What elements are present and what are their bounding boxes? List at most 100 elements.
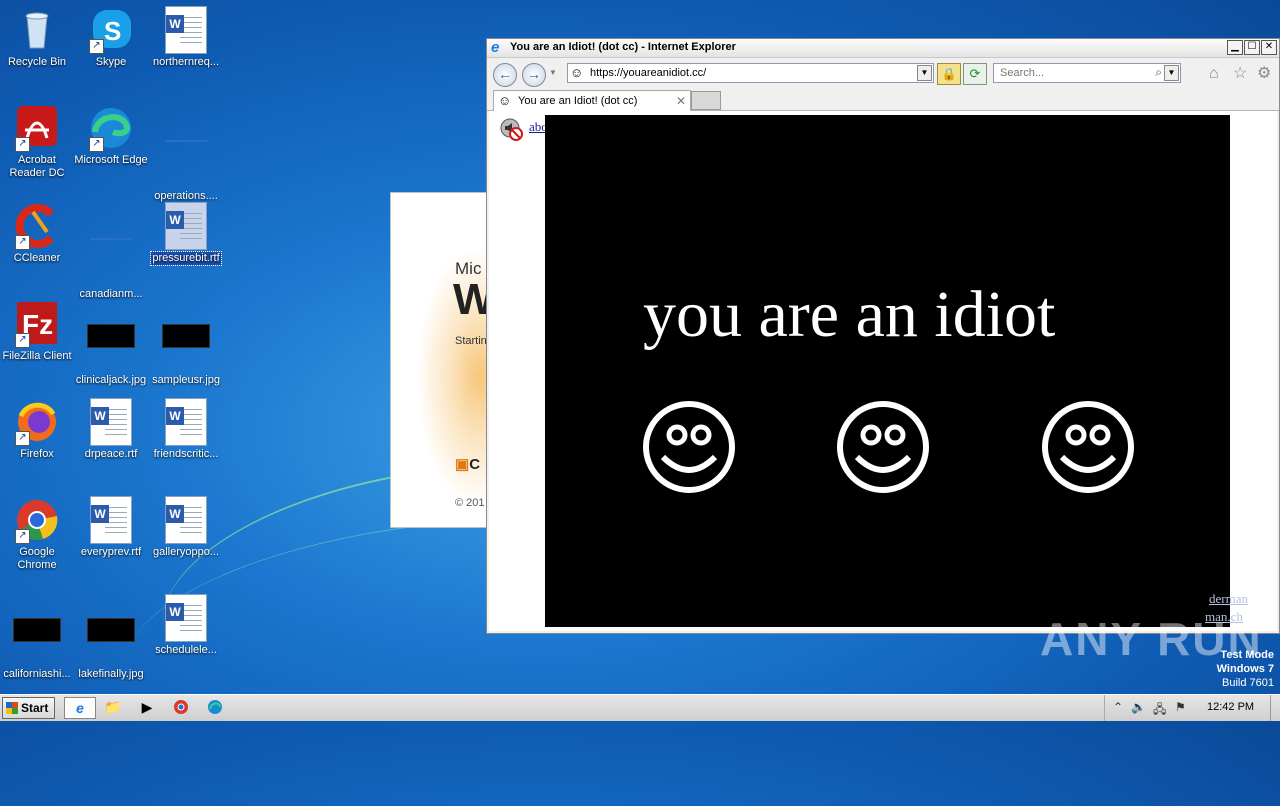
desktop-icon-chrome[interactable]: ↗ Google Chrome <box>0 496 74 572</box>
address-dropdown-icon[interactable]: ▼ <box>917 65 932 81</box>
start-button[interactable]: Start <box>2 697 55 719</box>
shortcut-arrow-icon: ↗ <box>15 235 30 250</box>
taskbar: Start e 📁 ▶ ⌃ 🔈 🖧 ⚑ 12:42 PM <box>0 694 1280 721</box>
desktop-icon-operations[interactable]: operations.... <box>149 104 223 203</box>
search-box[interactable]: ⌕ ▼ <box>993 63 1181 83</box>
ie-window[interactable]: e You are an Idiot! (dot cc) - Internet … <box>486 38 1280 634</box>
taskbar-edge-icon[interactable] <box>200 697 230 717</box>
desktop-icon-label: Firefox <box>20 448 54 460</box>
ie-title-bar[interactable]: e You are an Idiot! (dot cc) - Internet … <box>487 39 1279 58</box>
desktop-icon-edge[interactable]: ↗ Microsoft Edge <box>74 104 148 167</box>
page-content: about privacy safe you are an idiot derm… <box>489 111 1277 631</box>
word-doc-icon: W <box>162 594 210 642</box>
desktop-icon-label: Skype <box>95 56 127 68</box>
desktop-icon-schedulele[interactable]: W schedulele... <box>149 594 223 657</box>
image-icon <box>87 618 135 666</box>
test-mode-notice: Test Mode Windows 7 Build 7601 <box>1217 648 1274 690</box>
favorites-star-icon[interactable]: ☆ <box>1233 65 1247 83</box>
desktop-icon-lakefinally[interactable]: lakefinally.jpg <box>74 594 148 681</box>
window-title: You are an Idiot! (dot cc) - Internet Ex… <box>510 41 736 53</box>
taskbar-explorer-icon[interactable]: 📁 <box>98 697 128 717</box>
ie-logo-icon: e <box>491 39 500 56</box>
show-hidden-icons-icon[interactable]: ⌃ <box>1113 700 1123 714</box>
os-name-text: Windows 7 <box>1216 663 1274 675</box>
minimize-button[interactable]: ▁ <box>1227 40 1243 55</box>
volume-icon[interactable]: 🔈 <box>1131 700 1146 714</box>
lock-icon[interactable]: 🔒 <box>937 63 961 85</box>
desktop-icon-label: lakefinally.jpg <box>78 668 144 680</box>
word-doc-icon: W <box>162 6 210 54</box>
search-dropdown-icon[interactable]: ▼ <box>1164 65 1179 81</box>
word-doc-icon: W <box>162 202 210 250</box>
search-icon[interactable]: ⌕ <box>1155 65 1162 80</box>
refresh-button[interactable]: ⟳ <box>963 63 987 85</box>
desktop-icon-label: galleryoppo... <box>152 546 220 558</box>
taskbar-media-player-icon[interactable]: ▶ <box>132 697 162 717</box>
desktop-icon-clinicaljack[interactable]: clinicaljack.jpg <box>74 300 148 387</box>
image-icon <box>87 324 135 372</box>
desktop-icon-firefox[interactable]: ↗ Firefox <box>0 398 74 461</box>
file-icon <box>87 238 135 286</box>
forward-button[interactable]: → <box>522 63 546 87</box>
desktop-icon-recycle-bin[interactable]: Recycle Bin <box>0 6 74 69</box>
windows-logo-icon <box>6 702 18 714</box>
svg-text:S: S <box>104 16 121 46</box>
desktop-icon-californiashi[interactable]: californiashi... <box>0 594 74 681</box>
home-icon[interactable]: ⌂ <box>1209 65 1219 83</box>
start-label: Start <box>21 701 49 715</box>
tab-active[interactable]: ☺ You are an Idiot! (dot cc) ✕ <box>493 90 691 111</box>
maximize-button[interactable]: ☐ <box>1244 40 1260 55</box>
shortcut-arrow-icon: ↗ <box>15 137 30 152</box>
action-center-flag-icon[interactable]: ⚑ <box>1175 700 1186 714</box>
shortcut-arrow-icon: ↗ <box>89 137 104 152</box>
address-url[interactable]: https://youareanidiot.cc/ <box>590 67 706 79</box>
word-doc-icon: W <box>162 496 210 544</box>
clock[interactable]: 12:42 PM <box>1207 701 1254 713</box>
ccleaner-icon: ↗ <box>13 202 61 250</box>
desktop-icon-skype[interactable]: S ↗ Skype <box>74 6 148 69</box>
desktop-icon-label: Acrobat Reader DC <box>9 154 65 179</box>
desktop-icon-acrobat[interactable]: ↗ Acrobat Reader DC <box>0 104 74 180</box>
tab-close-icon[interactable]: ✕ <box>676 94 686 108</box>
address-bar[interactable]: ☺ https://youareanidiot.cc/ ▼ <box>567 63 934 83</box>
build-text: Build 7601 <box>1222 677 1274 689</box>
system-tray: ⌃ 🔈 🖧 ⚑ 12:42 PM <box>1104 695 1280 721</box>
file-icon <box>162 140 210 188</box>
desktop-icon-everyprev[interactable]: W everyprev.rtf <box>74 496 148 559</box>
word-doc-icon: W <box>162 398 210 446</box>
desktop-icon-filezilla[interactable]: Fz ↗ FileZilla Client <box>0 300 74 363</box>
desktop-icon-northernreq[interactable]: W northernreq... <box>149 6 223 69</box>
desktop-icon-friendscritic[interactable]: W friendscritic... <box>149 398 223 461</box>
close-button[interactable]: ✕ <box>1261 40 1277 55</box>
desktop-icon-sampleusr[interactable]: sampleusr.jpg <box>149 300 223 387</box>
idiot-banner[interactable]: you are an idiot <box>545 115 1230 627</box>
back-button[interactable]: ← <box>493 63 517 87</box>
taskbar-ie-icon[interactable]: e <box>64 697 96 719</box>
desktop-icon-galleryoppo[interactable]: W galleryoppo... <box>149 496 223 559</box>
desktop-icon-label: pressurebit.rtf <box>150 251 222 266</box>
smiley-favicon-icon: ☺ <box>570 65 584 80</box>
footer-link[interactable]: derman <box>1209 591 1248 607</box>
gear-icon[interactable]: ⚙ <box>1257 65 1271 83</box>
desktop-icon-label: schedulele... <box>155 644 217 656</box>
splash-status-text: Startin <box>455 335 487 347</box>
desktop-icon-drpeace[interactable]: W drpeace.rtf <box>74 398 148 461</box>
desktop-icon-label: Google Chrome <box>17 546 57 571</box>
desktop-icon-label: CCleaner <box>13 252 61 264</box>
ie-tab-strip: ☺ You are an Idiot! (dot cc) ✕ <box>487 88 1279 111</box>
desktop-icon-ccleaner[interactable]: ↗ CCleaner <box>0 202 74 265</box>
network-icon[interactable]: 🖧 <box>1153 700 1166 721</box>
desktop-icon-pressurebit[interactable]: W pressurebit.rtf <box>149 202 223 268</box>
history-dropdown-icon[interactable]: ▼ <box>549 68 557 77</box>
desktop-icon-label: friendscritic... <box>153 448 219 460</box>
office-logo-text: C <box>469 456 481 473</box>
image-icon <box>162 324 210 372</box>
search-input[interactable] <box>998 66 1152 80</box>
desktop-icon-label: Microsoft Edge <box>74 154 148 166</box>
desktop-icon-canadianm[interactable]: canadianm... <box>74 202 148 301</box>
muted-speaker-icon[interactable] <box>499 117 523 141</box>
show-desktop-button[interactable] <box>1270 695 1280 721</box>
taskbar-chrome-icon[interactable] <box>166 697 196 717</box>
new-tab-button[interactable] <box>691 91 721 110</box>
desktop-icon-label: Recycle Bin <box>7 56 67 68</box>
